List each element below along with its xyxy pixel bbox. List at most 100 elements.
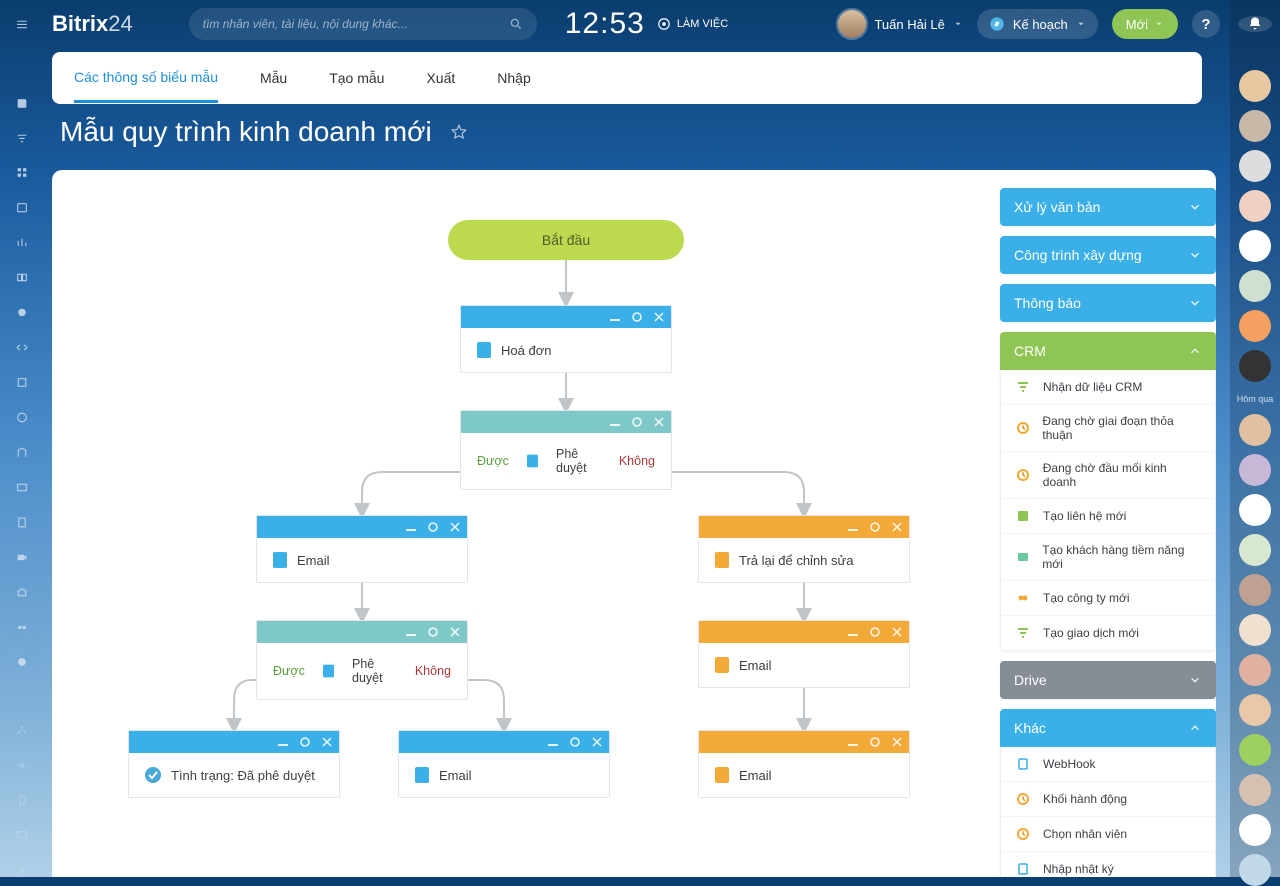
video-icon[interactable]	[13, 551, 31, 564]
gear-icon[interactable]	[869, 521, 881, 533]
flow-start[interactable]: Bắt đầu	[448, 220, 684, 260]
tab-create[interactable]: Tạo mẫu	[329, 55, 384, 101]
contact-avatar[interactable]	[1239, 414, 1271, 446]
minimize-icon[interactable]	[405, 626, 417, 638]
plan-selector[interactable]: Kế hoạch	[977, 9, 1098, 39]
gear-icon[interactable]	[13, 759, 31, 772]
tab-params[interactable]: Các thông số biểu mẫu	[74, 54, 218, 103]
action-crm-wait-lead[interactable]: Đang chờ đầu mối kinh doanh	[1001, 451, 1215, 498]
tab-template[interactable]: Mẫu	[260, 55, 287, 101]
desktop-icon[interactable]	[13, 829, 31, 842]
action-crm-new-lead[interactable]: Tạo khách hàng tiềm năng mới	[1001, 533, 1215, 580]
filter-icon[interactable]	[13, 132, 31, 145]
contact-avatar[interactable]	[1239, 230, 1271, 262]
minimize-icon[interactable]	[847, 736, 859, 748]
close-icon[interactable]	[653, 311, 665, 323]
action-crm-new-company[interactable]: Tạo công ty mới	[1001, 580, 1215, 615]
flow-block-email-right-2[interactable]: Email	[698, 730, 910, 798]
android-icon[interactable]	[13, 306, 31, 319]
close-icon[interactable]	[653, 416, 665, 428]
accordion-drive[interactable]: Drive	[1000, 661, 1216, 699]
contact-avatar[interactable]	[1239, 614, 1271, 646]
close-icon[interactable]	[321, 736, 333, 748]
notifications-button[interactable]	[1238, 16, 1272, 32]
contact-avatar[interactable]	[1239, 270, 1271, 302]
contact-avatar[interactable]	[1239, 734, 1271, 766]
flow-block-approve-2[interactable]: Được Phê duyệt Không	[256, 620, 468, 700]
image-icon[interactable]	[13, 481, 31, 494]
minimize-icon[interactable]	[609, 416, 621, 428]
accordion-notify[interactable]: Thông báo	[1000, 284, 1216, 322]
flow-block-email-left[interactable]: Email	[256, 515, 468, 583]
chart-icon[interactable]	[13, 236, 31, 249]
tab-export[interactable]: Xuất	[426, 55, 455, 101]
flow-block-email-right-1[interactable]: Email	[698, 620, 910, 688]
action-crm-wait-stage[interactable]: Đang chờ giai đoạn thỏa thuận	[1001, 404, 1215, 451]
accordion-crm-header[interactable]: CRM	[1000, 332, 1216, 370]
close-icon[interactable]	[891, 736, 903, 748]
flow-canvas[interactable]: Bắt đầu Hoá đơn Được Phê duyệt Không Ema…	[52, 170, 1000, 877]
contact-avatar[interactable]	[1239, 694, 1271, 726]
help-button[interactable]: ?	[1192, 10, 1220, 38]
knowledge-icon[interactable]	[13, 271, 31, 284]
close-icon[interactable]	[891, 521, 903, 533]
gear-icon[interactable]	[869, 736, 881, 748]
new-button[interactable]: Mới	[1112, 9, 1178, 39]
bank-icon[interactable]	[13, 586, 31, 599]
contact-avatar[interactable]	[1239, 654, 1271, 686]
chat-icon[interactable]	[13, 656, 31, 669]
flow-block-approve[interactable]: Được Phê duyệt Không	[460, 410, 672, 490]
contact-avatar[interactable]	[1239, 190, 1271, 222]
gear-icon[interactable]	[427, 626, 439, 638]
action-block[interactable]: Khối hành động	[1001, 781, 1215, 816]
contact-avatar[interactable]	[1239, 350, 1271, 382]
contact-avatar[interactable]	[1239, 150, 1271, 182]
close-icon[interactable]	[591, 736, 603, 748]
close-icon[interactable]	[449, 626, 461, 638]
gear-icon[interactable]	[299, 736, 311, 748]
search-input[interactable]	[203, 17, 509, 31]
close-icon[interactable]	[891, 626, 903, 638]
contact-avatar[interactable]	[1239, 494, 1271, 526]
flow-block-invoice[interactable]: Hoá đơn	[460, 305, 672, 373]
feed-icon[interactable]	[13, 97, 31, 110]
contact-avatar[interactable]	[1239, 854, 1271, 886]
plus-icon[interactable]	[13, 864, 31, 877]
doc-icon[interactable]	[13, 516, 31, 529]
gear-icon[interactable]	[631, 416, 643, 428]
code-icon[interactable]	[13, 341, 31, 354]
contact-avatar[interactable]	[1239, 534, 1271, 566]
time-icon[interactable]	[13, 411, 31, 424]
minimize-icon[interactable]	[847, 626, 859, 638]
work-status[interactable]: LÀM VIỆC	[657, 17, 728, 31]
flow-block-email-mid[interactable]: Email	[398, 730, 610, 798]
user-menu[interactable]: Tuấn Hải Lê	[838, 10, 962, 38]
company-icon[interactable]	[13, 446, 31, 459]
action-crm-get-data[interactable]: Nhận dữ liệu CRM	[1001, 370, 1215, 404]
minimize-icon[interactable]	[609, 311, 621, 323]
flow-block-return-edit[interactable]: Trả lại để chỉnh sửa	[698, 515, 910, 583]
search-icon[interactable]	[509, 17, 523, 31]
flow-block-status-approved[interactable]: Tình trạng: Đã phê duyệt	[128, 730, 340, 798]
calendar-icon[interactable]	[13, 201, 31, 214]
contact-avatar[interactable]	[1239, 454, 1271, 486]
contact-avatar[interactable]	[1239, 774, 1271, 806]
contact-avatar[interactable]	[1239, 574, 1271, 606]
automation-icon[interactable]	[13, 621, 31, 634]
pos-icon[interactable]	[13, 376, 31, 389]
accordion-other-header[interactable]: Khác	[1000, 709, 1216, 747]
sitemap-icon[interactable]	[13, 724, 31, 737]
global-search[interactable]	[189, 8, 537, 40]
contact-avatar[interactable]	[1239, 310, 1271, 342]
accordion-construction[interactable]: Công trình xây dựng	[1000, 236, 1216, 274]
favorite-star-icon[interactable]	[450, 123, 468, 141]
close-icon[interactable]	[449, 521, 461, 533]
action-crm-new-contact[interactable]: Tạo liên hệ mới	[1001, 498, 1215, 533]
menu-icon[interactable]	[13, 18, 31, 31]
minimize-icon[interactable]	[405, 521, 417, 533]
minimize-icon[interactable]	[847, 521, 859, 533]
action-select-employee[interactable]: Chọn nhân viên	[1001, 816, 1215, 851]
contact-avatar[interactable]	[1239, 70, 1271, 102]
contact-avatar[interactable]	[1239, 110, 1271, 142]
tab-import[interactable]: Nhập	[497, 55, 530, 101]
